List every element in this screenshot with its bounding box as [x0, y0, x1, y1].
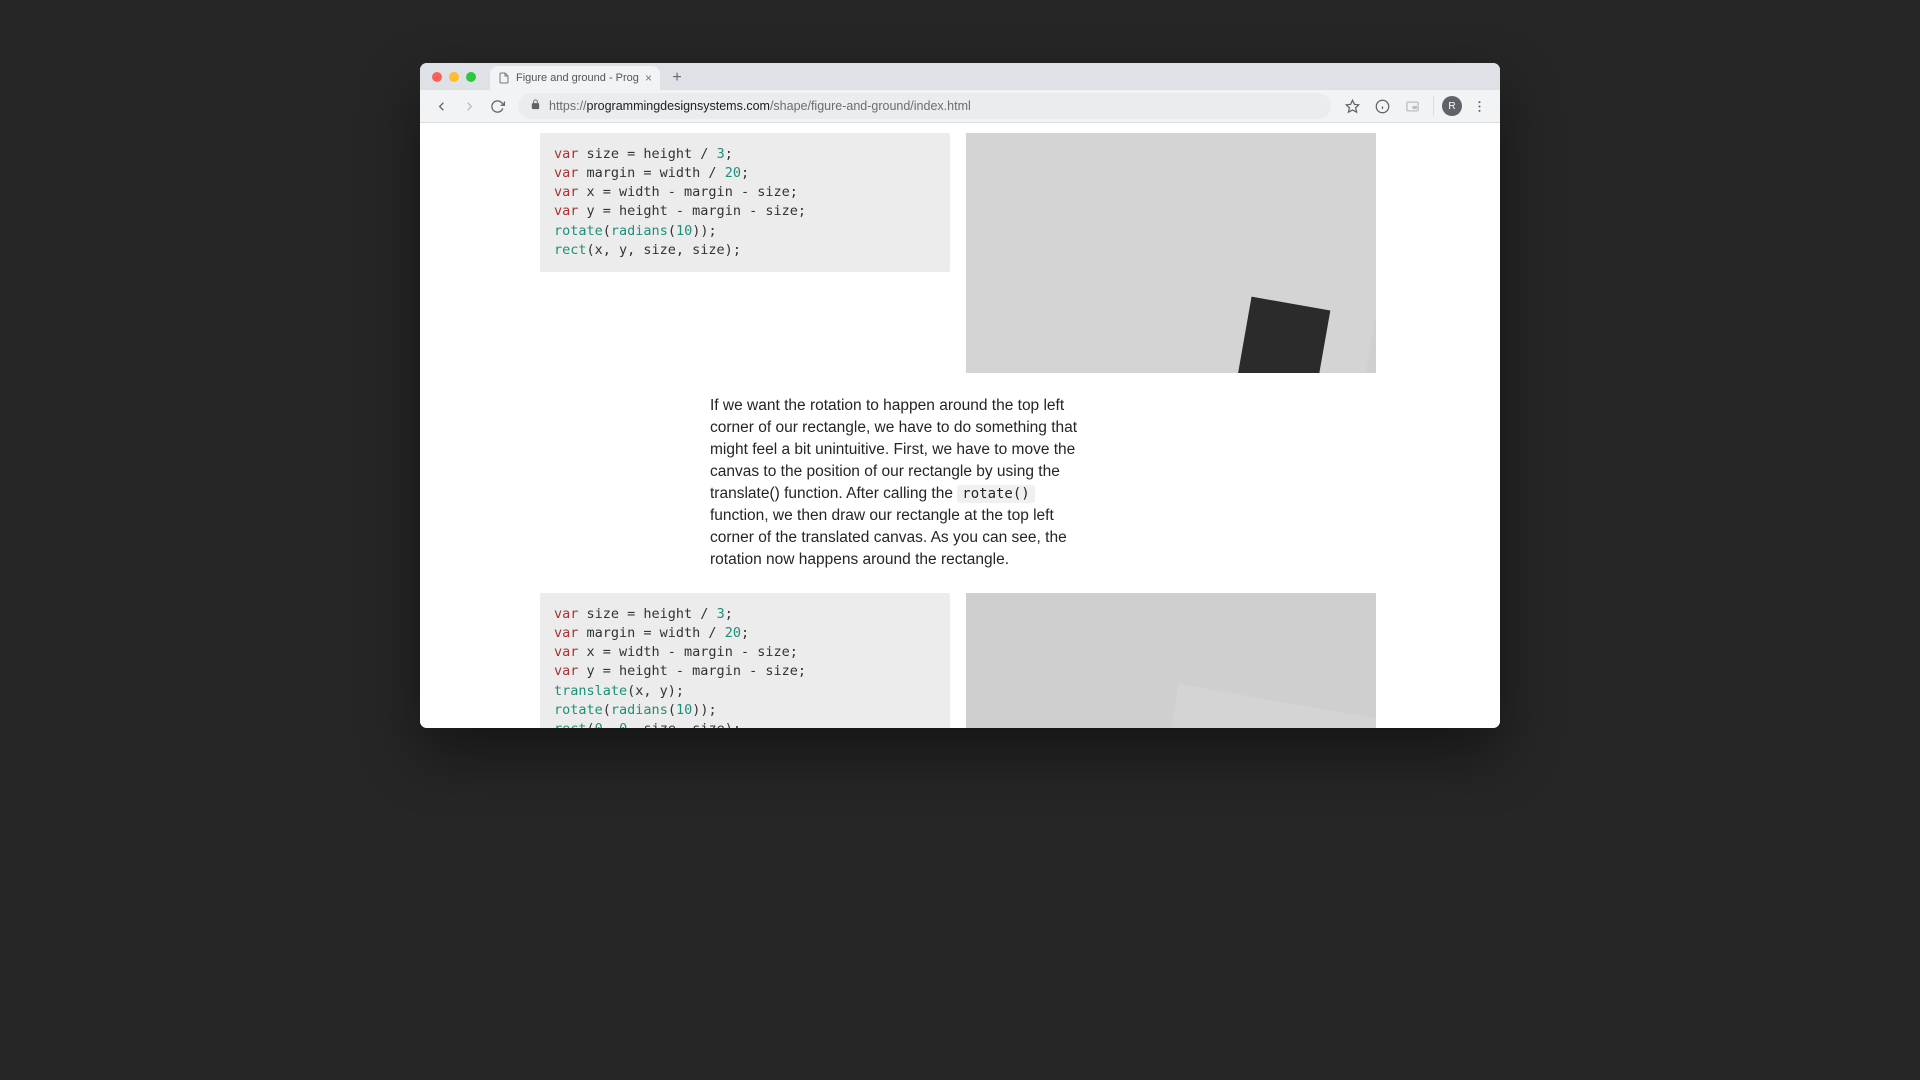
toolbar: https://programmingdesignsystems.com/sha…	[420, 90, 1500, 123]
address-bar[interactable]: https://programmingdesignsystems.com/sha…	[518, 93, 1331, 119]
page-content: var size = height / 3; var margin = widt…	[420, 123, 1500, 728]
reload-button[interactable]	[484, 93, 510, 119]
foreground-square	[1238, 297, 1331, 373]
url-text: https://programmingdesignsystems.com/sha…	[549, 99, 971, 113]
canvas-output-2	[966, 593, 1376, 728]
body-paragraph: If we want the rotation to happen around…	[710, 395, 1210, 571]
browser-window: Figure and ground - Programm × + https:/…	[420, 63, 1500, 728]
toolbar-right: R	[1339, 93, 1492, 119]
browser-tab[interactable]: Figure and ground - Programm ×	[490, 66, 660, 90]
page-viewport[interactable]: var size = height / 3; var margin = widt…	[420, 123, 1500, 728]
profile-avatar[interactable]: R	[1442, 96, 1462, 116]
menu-icon[interactable]	[1466, 93, 1492, 119]
separator	[1433, 96, 1434, 116]
page-icon	[498, 72, 510, 84]
lock-icon	[530, 99, 541, 113]
new-tab-button[interactable]: +	[666, 67, 688, 89]
url-path: /shape/figure-and-ground/index.html	[770, 99, 971, 113]
inline-code: rotate()	[957, 485, 1034, 503]
tab-strip: Figure and ground - Programm × +	[420, 63, 1500, 90]
example-row-1: var size = height / 3; var margin = widt…	[420, 133, 1500, 373]
background-square	[1137, 684, 1376, 728]
back-button[interactable]	[428, 93, 454, 119]
url-host: programmingdesignsystems.com	[587, 99, 770, 113]
canvas-output-1	[966, 133, 1376, 373]
close-tab-icon[interactable]: ×	[645, 72, 652, 84]
bookmark-icon[interactable]	[1339, 93, 1365, 119]
url-scheme: https://	[549, 99, 587, 113]
maximize-window-button[interactable]	[466, 72, 476, 82]
forward-button[interactable]	[456, 93, 482, 119]
code-block-1: var size = height / 3; var margin = widt…	[540, 133, 950, 272]
close-window-button[interactable]	[432, 72, 442, 82]
tab-title: Figure and ground - Programm	[516, 72, 639, 84]
code-block-2: var size = height / 3; var margin = widt…	[540, 593, 950, 728]
site-info-icon[interactable]	[1369, 93, 1395, 119]
pip-icon[interactable]	[1399, 93, 1425, 119]
example-row-2: var size = height / 3; var margin = widt…	[420, 593, 1500, 728]
minimize-window-button[interactable]	[449, 72, 459, 82]
window-controls	[432, 72, 476, 82]
